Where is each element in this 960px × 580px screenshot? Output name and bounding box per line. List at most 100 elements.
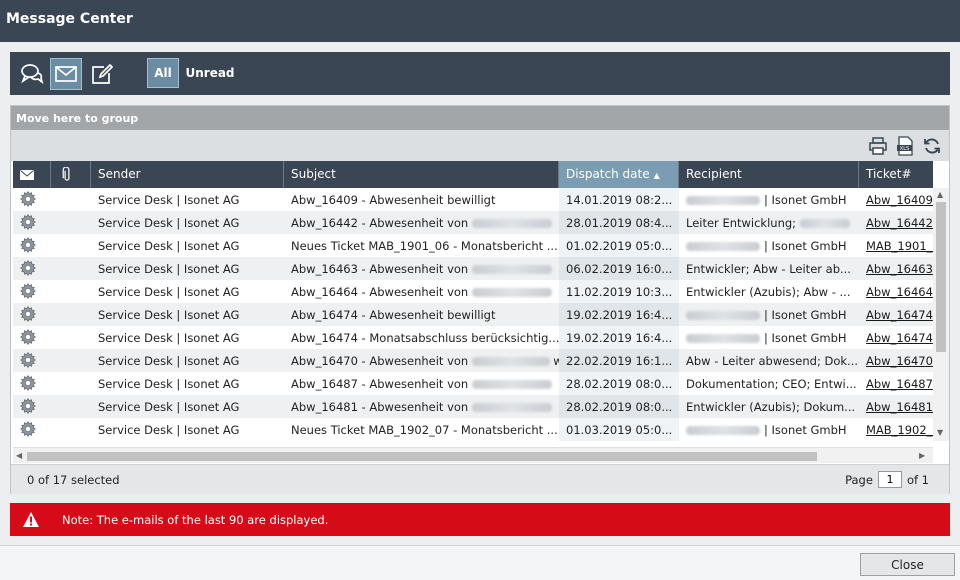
warning-icon [23,512,39,527]
table-row[interactable]: Service Desk | Isonet AG Abw_16481 - Abwe… [13,395,933,418]
ticket-link[interactable]: MAB_1901_06 [866,239,933,253]
cell-ticket[interactable]: Abw_16442 [859,211,933,234]
table-row[interactable]: Service Desk | Isonet AG Neues Ticket MAB… [13,418,933,441]
cell-dispatch: 19.02.2019 16:4... [559,303,679,326]
cell-type [13,395,51,418]
cell-type [13,234,51,257]
cell-ticket[interactable]: Abw_16463 [859,257,933,280]
redacted-name [472,380,553,389]
scroll-right-icon[interactable]: ▶ [919,451,925,460]
scroll-left-icon[interactable]: ◀ [16,451,22,460]
pager: Page of 1 [845,471,929,488]
ticket-link[interactable]: Abw_16474 [866,308,933,322]
ticket-link[interactable]: Abw_16409 [866,193,933,207]
cell-ticket[interactable]: Abw_16464 [859,280,933,303]
grid-rows: Service Desk | Isonet AG Abw_16409 - Abwe… [13,188,933,441]
column-ticket[interactable]: Ticket# [859,161,943,188]
cell-type [13,372,51,395]
gear-icon [19,351,37,369]
cell-subject: Abw_16464 - Abwesenheit von [284,280,559,303]
scroll-down-icon[interactable]: ▼ [937,428,943,437]
subject-text: Abw_16487 - Abwesenheit von [291,377,469,391]
table-row[interactable]: Service Desk | Isonet AG Abw_16409 - Abwe… [13,188,933,211]
cell-type [13,257,51,280]
refresh-icon[interactable] [922,136,942,156]
table-row[interactable]: Service Desk | Isonet AG Abw_16463 - Abwe… [13,257,933,280]
cell-type [13,418,51,441]
ticket-link[interactable]: MAB_1902_07 [866,423,933,437]
grid-tools-bar: XLS [11,130,949,161]
cell-attach [51,257,91,280]
column-dispatch-date[interactable]: Dispatch date ▲ [559,161,679,188]
compose-icon[interactable] [86,58,118,90]
envelope-icon[interactable] [50,58,82,90]
cell-ticket[interactable]: MAB_1901_06 [859,234,933,257]
ticket-link[interactable]: Abw_16481 [866,400,933,414]
cell-ticket[interactable]: Abw_16409 [859,188,933,211]
cell-ticket[interactable]: Abw_16474 [859,326,933,349]
column-subject[interactable]: Subject [284,161,559,188]
cell-sender: Service Desk | Isonet AG [98,308,240,322]
subject-text: Abw_16474 - Monatsabschluss berücksichti… [291,331,559,345]
redacted-name [686,242,760,251]
conversations-icon[interactable] [16,58,48,90]
recipient-text: Entwickler; Abw - Leiter ab... [686,262,851,276]
notice-banner: Note: The e-mails of the last 90 are dis… [10,503,950,536]
cell-subject: Abw_16487 - Abwesenheit von [284,372,559,395]
close-button[interactable]: Close [860,553,955,576]
table-row[interactable]: Service Desk | Isonet AG Abw_16474 - Mona… [13,326,933,349]
table-row[interactable]: Service Desk | Isonet AG Neues Ticket MAB… [13,234,933,257]
ticket-link[interactable]: Abw_16474 [866,331,933,345]
cell-dispatch: 11.02.2019 10:3... [559,280,679,303]
cell-ticket[interactable]: Abw_16474 [859,303,933,326]
ticket-link[interactable]: Abw_16442 [866,216,933,230]
redacted-name [472,219,553,228]
cell-ticket[interactable]: Abw_16481 [859,395,933,418]
table-row[interactable]: Service Desk | Isonet AG Abw_16442 - Abwe… [13,211,933,234]
cell-attach [51,280,91,303]
vertical-scrollbar[interactable]: ▲ ▼ [933,188,949,441]
redacted-name [686,426,760,435]
subject-text: Abw_16470 - Abwesenheit von [291,354,469,368]
cell-ticket[interactable]: Abw_16487 [859,372,933,395]
cell-subject: Abw_16474 - Abwesenheit bewilligt [284,303,559,326]
table-row[interactable]: Service Desk | Isonet AG Abw_16487 - Abwe… [13,372,933,395]
column-recipient[interactable]: Recipient [679,161,859,188]
horizontal-scrollbar[interactable]: ◀ ▶ [13,447,933,463]
horizontal-scroll-thumb[interactable] [27,452,817,461]
ticket-link[interactable]: Abw_16463 [866,262,933,276]
cell-ticket[interactable]: MAB_1902_07 [859,418,933,441]
cell-sender: Service Desk | Isonet AG [98,423,240,437]
print-icon[interactable] [868,136,888,156]
subject-text: Neues Ticket MAB_1902_07 - Monatsbericht… [291,423,558,437]
column-type[interactable] [13,161,51,188]
vertical-scroll-thumb[interactable] [936,202,946,352]
recipient-text: Entwickler (Azubis); Abw - ... [686,285,851,299]
table-row[interactable]: Service Desk | Isonet AG Abw_16470 - Abwe… [13,349,933,372]
filter-unread-button[interactable]: Unread [185,58,234,88]
group-drop-zone[interactable]: Move here to group [11,106,949,130]
subject-text: Abw_16442 - Abwesenheit von [291,216,469,230]
ticket-link[interactable]: Abw_16487 [866,377,933,391]
cell-ticket[interactable]: Abw_16470 [859,349,933,372]
ticket-link[interactable]: Abw_16464 [866,285,933,299]
recipient-text: Leiter Entwicklung; [686,216,797,230]
column-sender[interactable]: Sender [91,161,284,188]
scroll-up-icon[interactable]: ▲ [937,190,943,199]
cell-sender: Service Desk | Isonet AG [98,331,240,345]
table-row[interactable]: Service Desk | Isonet AG Abw_16474 - Abwe… [13,303,933,326]
cell-sender: Service Desk | Isonet AG [98,285,240,299]
cell-attach [51,326,91,349]
cell-attach [51,211,91,234]
page-input[interactable] [877,471,902,488]
filter-all-button[interactable]: All [147,58,179,88]
gear-icon [19,374,37,392]
recipient-text: | Isonet GmbH [764,331,847,345]
cell-sender: Service Desk | Isonet AG [98,193,240,207]
table-row[interactable]: Service Desk | Isonet AG Abw_16464 - Abwe… [13,280,933,303]
ticket-link[interactable]: Abw_16470 [866,354,933,368]
column-attachment[interactable] [51,161,91,188]
redacted-name [472,288,553,297]
cell-type [13,280,51,303]
xls-export-icon[interactable]: XLS [895,136,915,156]
